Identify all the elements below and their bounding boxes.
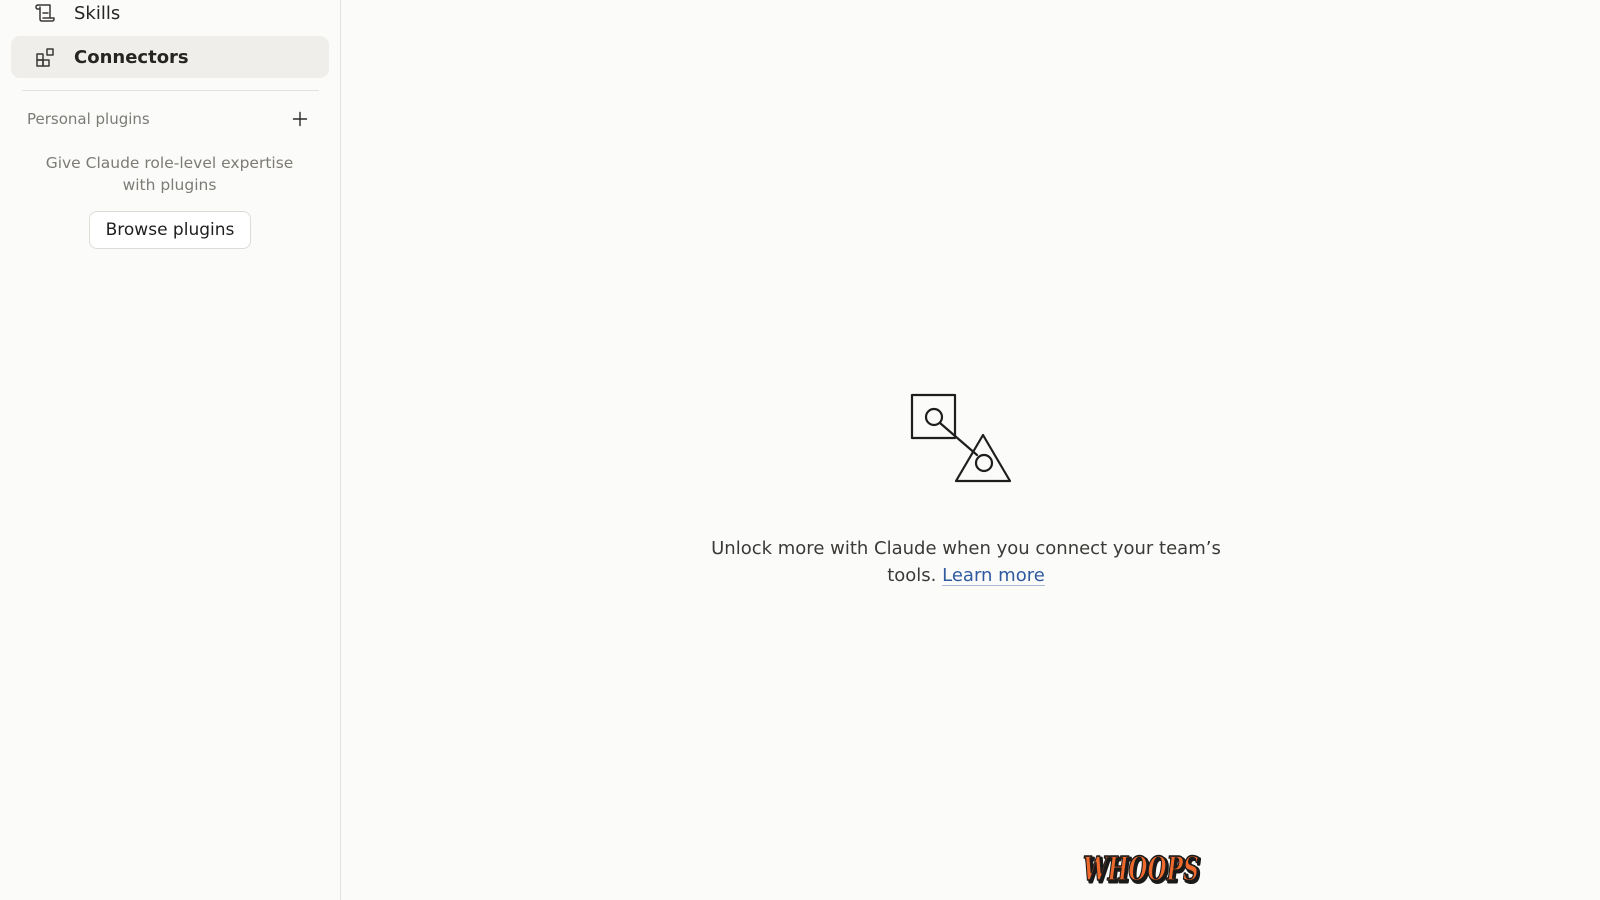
sidebar-item-label: Skills — [74, 2, 121, 24]
scroll-icon — [33, 1, 57, 25]
app-window: Skills Connectors Personal plugins Give … — [0, 0, 1600, 900]
plus-icon — [292, 111, 308, 127]
svg-text:WHOOPS: WHOOPS — [1083, 849, 1199, 886]
sidebar: Skills Connectors Personal plugins Give … — [0, 0, 341, 900]
plugins-description: Give Claude role-level expertise with pl… — [45, 154, 294, 194]
connectors-icon — [33, 45, 57, 69]
sidebar-item-skills[interactable]: Skills — [11, 0, 329, 34]
learn-more-link[interactable]: Learn more — [942, 565, 1045, 586]
add-plugin-button[interactable] — [288, 107, 312, 131]
whoops-logo: WHOOPSWHOOPS — [1082, 848, 1202, 886]
empty-state-message: Unlock more with Claude when you connect… — [710, 535, 1222, 589]
personal-plugins-header: Personal plugins — [27, 107, 312, 131]
section-title: Personal plugins — [27, 110, 150, 128]
connectors-empty-state: Unlock more with Claude when you connect… — [341, 0, 1600, 900]
browse-plugins-button[interactable]: Browse plugins — [89, 211, 251, 249]
sidebar-item-connectors[interactable]: Connectors — [11, 36, 329, 78]
sidebar-divider — [22, 90, 319, 91]
sidebar-item-label: Connectors — [74, 46, 189, 68]
search-shapes-illustration — [910, 393, 1012, 483]
